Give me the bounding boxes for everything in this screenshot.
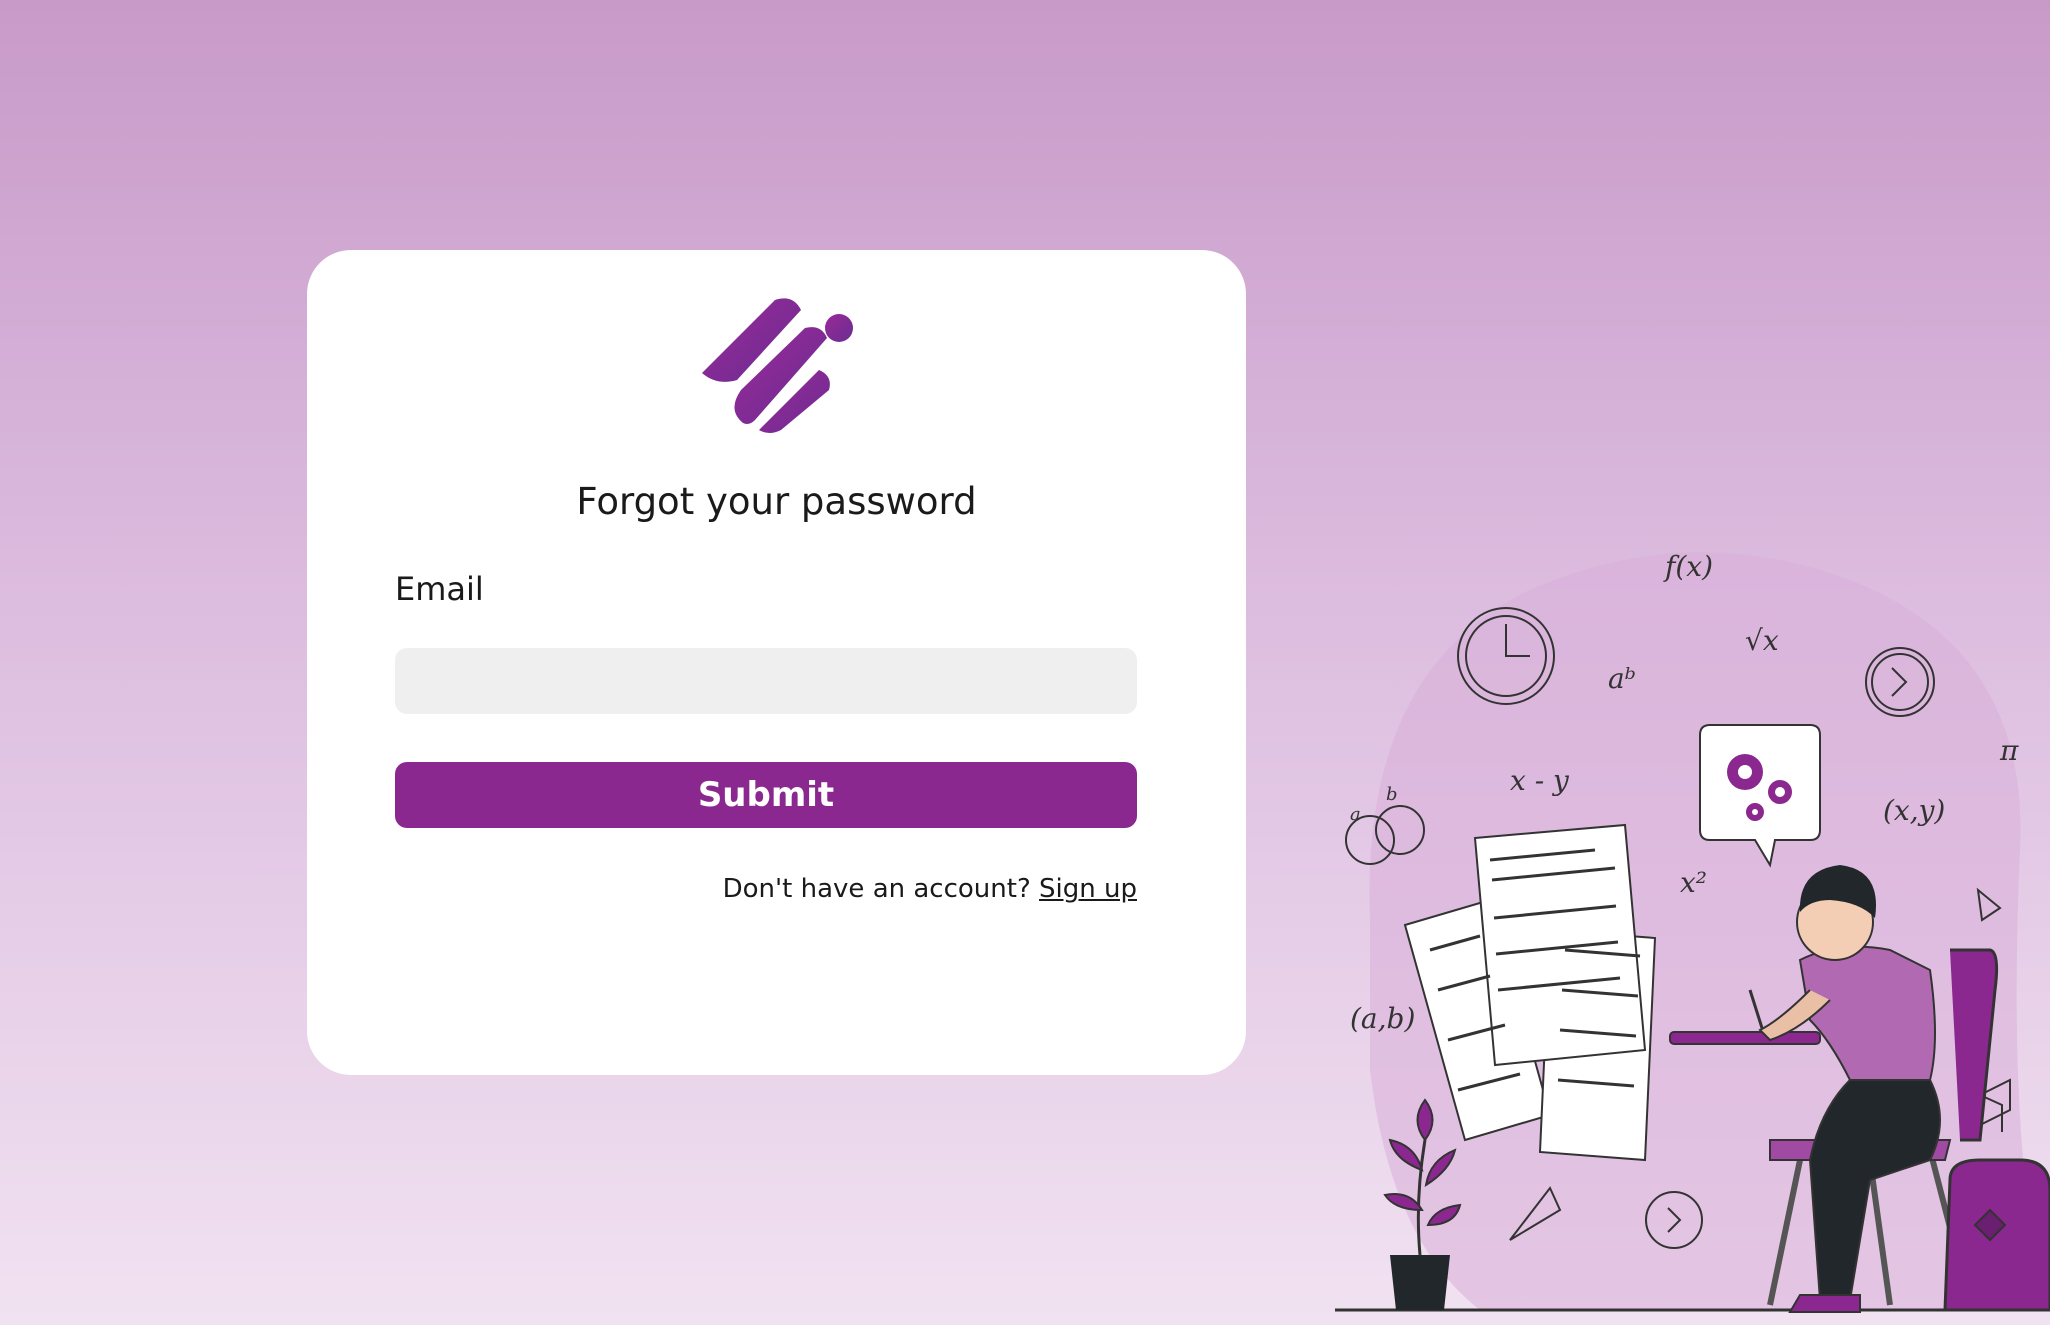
email-field[interactable] <box>395 648 1137 714</box>
page-title: Forgot your password <box>576 480 977 523</box>
svg-text:x - y: x - y <box>1510 764 1570 797</box>
signup-prompt: Don't have an account? <box>722 874 1031 904</box>
forgot-password-card: Forgot your password Email Submit Don't … <box>307 250 1246 1075</box>
svg-text:(a,b): (a,b) <box>1350 1002 1415 1035</box>
svg-text:π: π <box>1999 734 2019 767</box>
svg-text:(x,y): (x,y) <box>1883 794 1945 827</box>
submit-button[interactable]: Submit <box>395 762 1137 828</box>
svg-text:b: b <box>1386 784 1398 805</box>
signup-row: Don't have an account? Sign up <box>723 874 1137 904</box>
signup-link[interactable]: Sign up <box>1039 874 1137 904</box>
svg-text:x²: x² <box>1680 866 1707 899</box>
svg-text:a: a <box>1350 804 1361 825</box>
email-label: Email <box>395 570 484 608</box>
svg-text:√x: √x <box>1745 624 1779 657</box>
student-studying-illustration: f(x) √x aᵇ x - y π (x,y) x² (a,b) a b <box>1335 550 2050 1313</box>
svg-text:f(x): f(x) <box>1663 550 1713 583</box>
svg-text:aᵇ: aᵇ <box>1608 662 1636 695</box>
brand-logo-icon <box>702 298 853 433</box>
